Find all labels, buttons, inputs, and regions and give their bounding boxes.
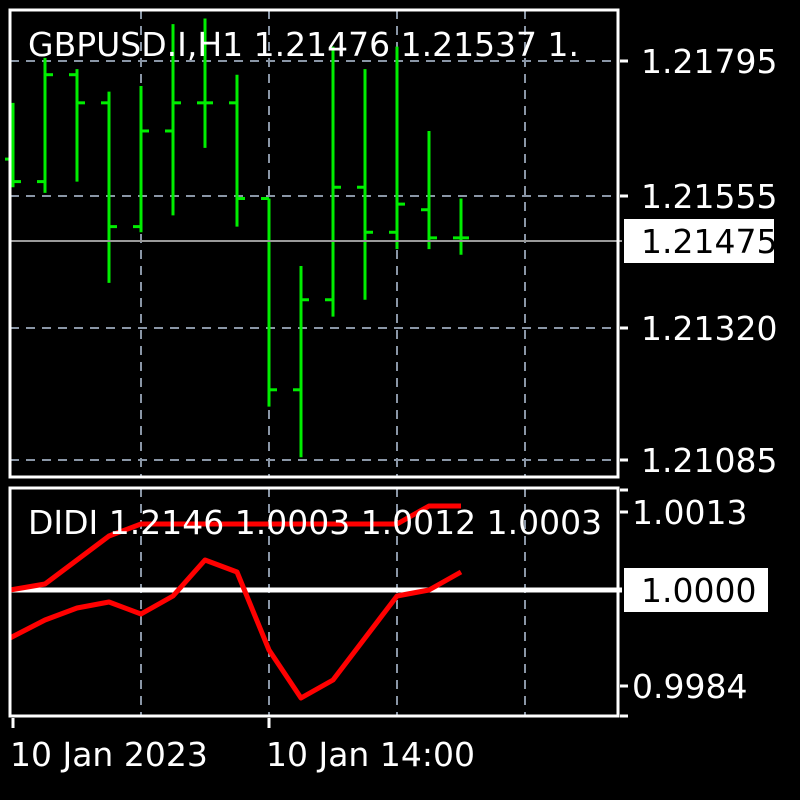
time-tick-label: 10 Jan 14:00 <box>266 735 475 774</box>
ohlc-bar <box>357 69 373 300</box>
price-tick-label: 1.21555 <box>641 177 777 216</box>
ohlc-bar <box>261 196 277 407</box>
chart-canvas: GBPUSD.I,H1 1.21476 1.21537 1. 1.21795 1.… <box>5 8 777 774</box>
ohlc-bar <box>389 46 405 250</box>
price-tick-label: 1.21085 <box>641 441 777 480</box>
ohlc-bar <box>101 91 117 283</box>
main-gridlines <box>10 10 618 477</box>
ohlc-bar <box>37 57 53 193</box>
price-tick-label: 1.21795 <box>641 42 777 81</box>
time-tick-label: 10 Jan 2023 <box>10 735 208 774</box>
level-label: 1.0000 <box>641 571 756 610</box>
ohlc-bar <box>133 85 149 233</box>
ohlc-bar <box>229 74 245 227</box>
ohlc-bar <box>421 130 437 250</box>
ohlc-bar <box>5 102 21 188</box>
ohlc-bar <box>69 69 85 182</box>
price-tick-label: 1.21320 <box>641 309 777 348</box>
didi-series-line <box>8 557 463 701</box>
ohlc-bar <box>453 198 469 255</box>
current-price-label: 1.21475 <box>641 222 777 261</box>
indicator-tick-label: 1.0013 <box>632 493 747 532</box>
symbol-header: GBPUSD.I,H1 1.21476 1.21537 1. <box>28 25 579 64</box>
price-bars <box>5 18 469 458</box>
main-panel-frame <box>8 8 620 479</box>
indicator-header: DIDI 1.2146 1.0003 1.0012 1.0003 <box>28 503 602 542</box>
ohlc-bar <box>325 46 341 317</box>
time-axis: 10 Jan 2023 10 Jan 14:00 <box>10 718 475 774</box>
ohlc-bar <box>293 266 309 458</box>
indicator-tick-label: 0.9984 <box>632 667 747 706</box>
